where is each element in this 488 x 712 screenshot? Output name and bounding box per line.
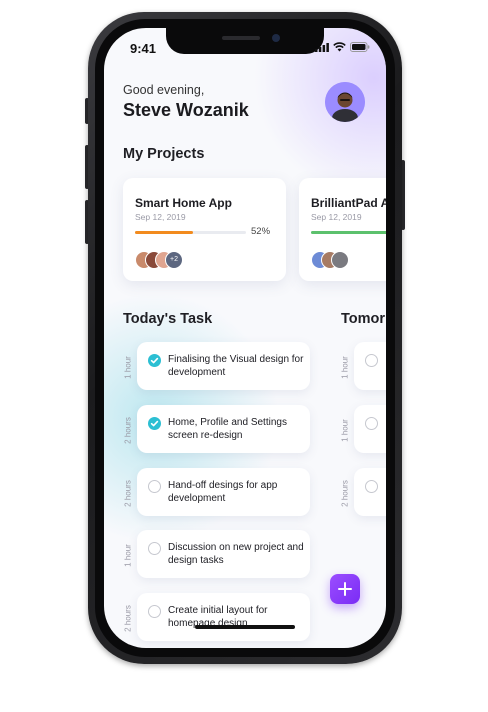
- task-checkbox[interactable]: [148, 417, 161, 430]
- project-progress-track: [311, 231, 386, 234]
- user-name: Steve Wozanik: [123, 100, 249, 120]
- task-card[interactable]: [354, 468, 386, 516]
- project-progress-label: 52%: [251, 226, 271, 237]
- task-card[interactable]: Home, Profile and Settings screen re-des…: [137, 405, 310, 453]
- speaker-grille: [222, 36, 260, 40]
- battery-icon: [350, 42, 370, 52]
- task-checkbox[interactable]: [148, 480, 161, 493]
- wifi-icon: [333, 42, 346, 52]
- task-checkbox[interactable]: [148, 354, 161, 367]
- today-section-title: Today's Task: [123, 311, 213, 327]
- task-text: Home, Profile and Settings screen re-des…: [168, 417, 287, 441]
- task-text: Discussion on new project and design tas…: [168, 542, 304, 566]
- task-checkbox[interactable]: [365, 354, 378, 367]
- home-indicator[interactable]: [195, 625, 295, 629]
- person-avatar-icon: [325, 82, 365, 122]
- task-text: Hand-off desings for app development: [168, 480, 278, 504]
- task-duration: 1 hour: [340, 356, 350, 379]
- project-card[interactable]: Smart Home App Sep 12, 2019 52% +2: [123, 178, 286, 281]
- task-card[interactable]: Discussion on new project and design tas…: [137, 530, 310, 578]
- more-members-badge: +2: [165, 251, 183, 269]
- task-duration: 2 hours: [123, 480, 133, 507]
- task-checkbox[interactable]: [148, 542, 161, 555]
- task-checkbox[interactable]: [365, 417, 378, 430]
- greeting-text: Good evening,: [123, 83, 205, 97]
- task-card[interactable]: [354, 342, 386, 390]
- task-checkbox[interactable]: [365, 480, 378, 493]
- task-duration: 1 hour: [123, 356, 133, 379]
- front-camera: [272, 34, 280, 42]
- task-duration: 2 hours: [123, 605, 133, 632]
- status-time: 9:41: [130, 41, 157, 56]
- task-card[interactable]: Finalising the Visual design for develop…: [137, 342, 310, 390]
- check-icon: [150, 420, 159, 427]
- task-duration: 2 hours: [123, 417, 133, 444]
- project-progress-fill: [311, 231, 386, 234]
- task-checkbox[interactable]: [148, 605, 161, 618]
- project-progress-fill: [135, 231, 193, 234]
- add-task-button[interactable]: [330, 574, 360, 604]
- project-date: Sep 12, 2019: [135, 212, 186, 222]
- check-icon: [150, 357, 159, 364]
- projects-section-title: My Projects: [123, 146, 205, 162]
- task-duration: 1 hour: [340, 419, 350, 442]
- task-card[interactable]: Create initial layout for homepage desig…: [137, 593, 310, 641]
- tomorrow-section-title: Tomor: [341, 311, 386, 327]
- task-duration: 2 hours: [340, 480, 350, 507]
- plus-icon: [338, 582, 352, 596]
- task-duration: 1 hour: [123, 544, 133, 567]
- project-progress-track: [135, 231, 246, 234]
- project-name: Smart Home App: [135, 196, 232, 210]
- task-card[interactable]: [354, 405, 386, 453]
- project-date: Sep 12, 2019: [311, 212, 362, 222]
- member-avatar: [331, 251, 349, 269]
- profile-avatar[interactable]: [325, 82, 365, 122]
- task-text: Finalising the Visual design for develop…: [168, 354, 304, 378]
- project-card[interactable]: BrilliantPad A Sep 12, 2019: [299, 178, 386, 281]
- app-screen: 9:41 Good evening, Steve Wozanik My Proj…: [104, 28, 386, 648]
- project-name: BrilliantPad A: [311, 196, 386, 210]
- signal-icon: [315, 42, 329, 52]
- notch: [166, 28, 324, 54]
- status-icons: [315, 42, 370, 52]
- task-card[interactable]: Hand-off desings for app development: [137, 468, 310, 516]
